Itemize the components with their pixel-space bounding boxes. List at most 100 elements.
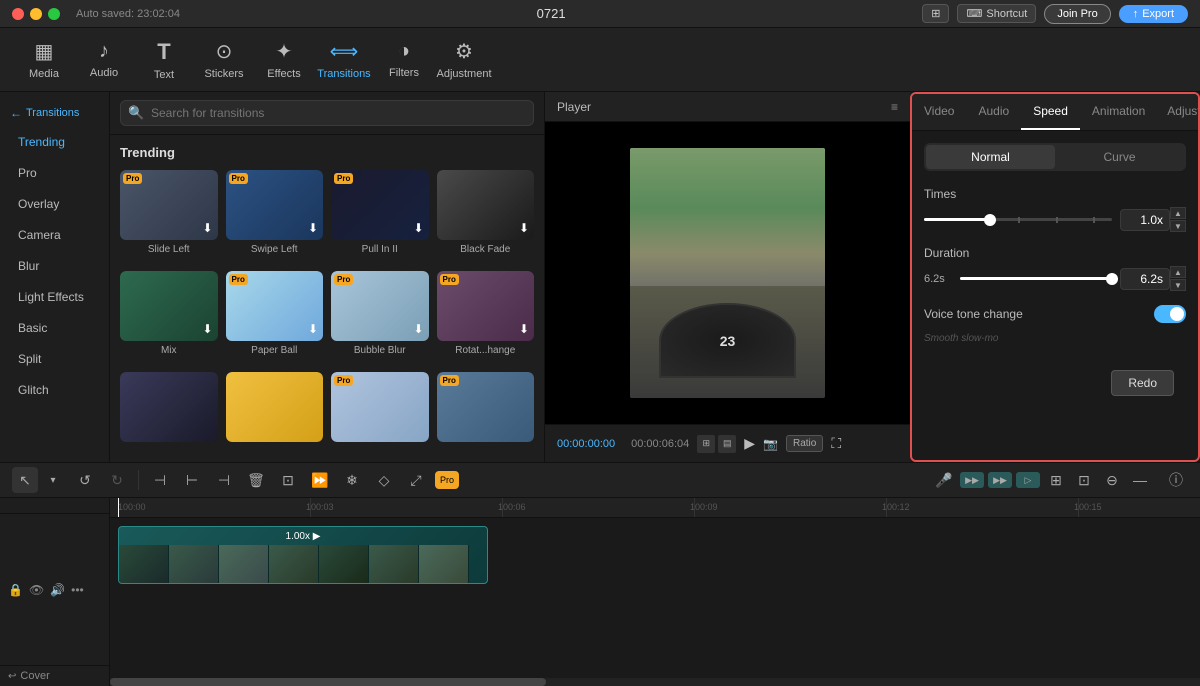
sidebar-item-overlay[interactable]: Overlay: [6, 189, 103, 219]
trim-end-tool[interactable]: ⊣: [211, 467, 237, 493]
right-panel: Video Audio Speed Animation Adjustment>>…: [910, 92, 1200, 462]
toolbar-item-stickers[interactable]: ⊙ Stickers: [196, 34, 252, 86]
toolbar-item-transitions[interactable]: ⟺ Transitions: [316, 34, 372, 86]
sidebar-item-camera[interactable]: Camera: [6, 220, 103, 250]
select-tool[interactable]: ↖: [12, 467, 38, 493]
export-button[interactable]: ↑ Export: [1119, 5, 1188, 23]
sidebar-item-blur[interactable]: Blur: [6, 251, 103, 281]
duration-slider[interactable]: [960, 277, 1112, 280]
track-btn-2[interactable]: ▶▶: [988, 472, 1012, 488]
voice-tone-toggle[interactable]: [1154, 305, 1186, 323]
video-clip[interactable]: 1.00x ▶: [118, 526, 488, 584]
frame-strip-btn[interactable]: ▤: [718, 435, 736, 453]
zoom-out-btn[interactable]: ⊖: [1100, 468, 1124, 492]
zoom-in-btn[interactable]: —: [1128, 468, 1152, 492]
times-decrement[interactable]: ▼: [1170, 220, 1186, 232]
select-dropdown[interactable]: ▾: [40, 467, 66, 493]
fullscreen-btn[interactable]: ⛶: [831, 435, 841, 452]
transition-rotate-change[interactable]: Pro ⬇ Rotat...hange: [437, 271, 535, 356]
frame-grid-btn[interactable]: ⊞: [697, 435, 715, 453]
split-tool[interactable]: ⊣: [147, 467, 173, 493]
transition-mix[interactable]: ⬇ Mix: [120, 271, 218, 356]
tab-video[interactable]: Video: [912, 94, 966, 130]
transition-paper-ball[interactable]: Pro ⬇ Paper Ball: [226, 271, 324, 356]
transition-row3d[interactable]: Pro: [437, 372, 535, 442]
sidebar-item-glitch[interactable]: Glitch: [6, 375, 103, 405]
subtitle-btn[interactable]: ⊡: [1072, 468, 1096, 492]
speed-mode-normal[interactable]: Normal: [926, 145, 1055, 169]
tab-speed[interactable]: Speed: [1021, 94, 1080, 130]
transform-tool[interactable]: ⤢: [403, 467, 429, 493]
redo-timeline-btn[interactable]: ↻: [104, 467, 130, 493]
sidebar-item-split[interactable]: Split: [6, 344, 103, 374]
erase-tool[interactable]: ◇: [371, 467, 397, 493]
minimize-button[interactable]: [30, 8, 42, 20]
info-btn[interactable]: ⓘ: [1164, 468, 1188, 492]
timeline-area: 🔒 👁 🔊 ••• ↩ Cover 100:00 100:03 100:06 1…: [0, 498, 1200, 686]
undo-button[interactable]: ↺: [72, 467, 98, 493]
ratio-button[interactable]: Ratio: [786, 435, 823, 452]
track-more-icon[interactable]: •••: [71, 583, 84, 597]
tab-audio[interactable]: Audio: [966, 94, 1021, 130]
shortcut-button[interactable]: ⌨ Shortcut: [957, 4, 1036, 23]
timeline-scrollbar[interactable]: [110, 678, 1200, 686]
duration-value-input[interactable]: [1120, 268, 1170, 290]
toolbar-item-adjustment[interactable]: ⚙ Adjustment: [436, 34, 492, 86]
sidebar-item-light-effects[interactable]: Light Effects: [6, 282, 103, 312]
times-slider[interactable]: [924, 218, 1112, 221]
audio-track-btn[interactable]: 🎤: [932, 468, 956, 492]
close-button[interactable]: [12, 8, 24, 20]
trim-start-tool[interactable]: ⊢: [179, 467, 205, 493]
redo-button[interactable]: Redo: [1111, 370, 1174, 396]
toolbar-item-text[interactable]: T Text: [136, 34, 192, 86]
sidebar-item-basic[interactable]: Basic: [6, 313, 103, 343]
transition-pull-in[interactable]: Pro ⬇ Pull In II: [331, 170, 429, 255]
delete-tool[interactable]: 🗑: [243, 467, 269, 493]
ruler-mark-2: 100:06: [498, 502, 526, 512]
join-pro-button[interactable]: Join Pro: [1044, 4, 1110, 24]
track-btn-1[interactable]: ▶▶: [960, 472, 984, 488]
transition-slide-left[interactable]: Pro ⬇ Slide Left: [120, 170, 218, 255]
sidebar-back-button[interactable]: ← Transitions: [0, 100, 109, 126]
display-button[interactable]: ⊞: [922, 4, 949, 23]
track-audio-icon[interactable]: 🔊: [50, 583, 65, 597]
transition-row3a[interactable]: [120, 372, 218, 442]
track-lock-icon[interactable]: 🔒: [8, 583, 23, 597]
duration-increment[interactable]: ▲: [1170, 266, 1186, 278]
times-increment[interactable]: ▲: [1170, 207, 1186, 219]
pro-feature-btn[interactable]: Pro: [435, 471, 459, 489]
tab-adjustment[interactable]: Adjustment>>: [1157, 94, 1200, 130]
scrollbar-thumb[interactable]: [110, 678, 546, 686]
player-menu-icon[interactable]: ≡: [891, 100, 898, 114]
camera-btn[interactable]: 📷: [763, 437, 778, 451]
transition-bubble-blur[interactable]: Pro ⬇ Bubble Blur: [331, 271, 429, 356]
tab-animation[interactable]: Animation: [1080, 94, 1157, 130]
toolbar-item-filters[interactable]: ◑ Filters: [376, 34, 432, 86]
toolbar-item-media[interactable]: ▦ Media: [16, 34, 72, 86]
track-eye-icon[interactable]: 👁: [29, 583, 44, 597]
duration-decrement[interactable]: ▼: [1170, 279, 1186, 291]
toolbar-item-effects[interactable]: ✦ Effects: [256, 34, 312, 86]
transition-row3b[interactable]: [226, 372, 324, 442]
track-btn-3[interactable]: ▷: [1016, 472, 1040, 488]
times-slider-thumb[interactable]: [984, 214, 996, 226]
freeze-tool[interactable]: ❄: [339, 467, 365, 493]
play-button[interactable]: ▶: [744, 435, 755, 452]
toolbar-item-audio[interactable]: ♪ Audio: [76, 34, 132, 86]
playhead[interactable]: [118, 498, 119, 517]
sidebar-item-pro[interactable]: Pro: [6, 158, 103, 188]
maximize-button[interactable]: [48, 8, 60, 20]
speed-tool[interactable]: ⏩: [307, 467, 333, 493]
split-audio-btn[interactable]: ⊞: [1044, 468, 1068, 492]
player-header: Player ≡: [545, 92, 910, 122]
times-value-input[interactable]: [1120, 209, 1170, 231]
sidebar-item-trending[interactable]: Trending: [6, 127, 103, 157]
transition-swipe-left[interactable]: Pro ⬇ Swipe Left: [226, 170, 324, 255]
duration-slider-thumb[interactable]: [1106, 273, 1118, 285]
search-input[interactable]: [120, 100, 534, 126]
crop-tool[interactable]: ⊡: [275, 467, 301, 493]
speed-content: Normal Curve Times: [912, 131, 1198, 356]
speed-mode-curve[interactable]: Curve: [1055, 145, 1184, 169]
transition-row3c[interactable]: Pro: [331, 372, 429, 442]
transition-black-fade[interactable]: ⬇ Black Fade: [437, 170, 535, 255]
